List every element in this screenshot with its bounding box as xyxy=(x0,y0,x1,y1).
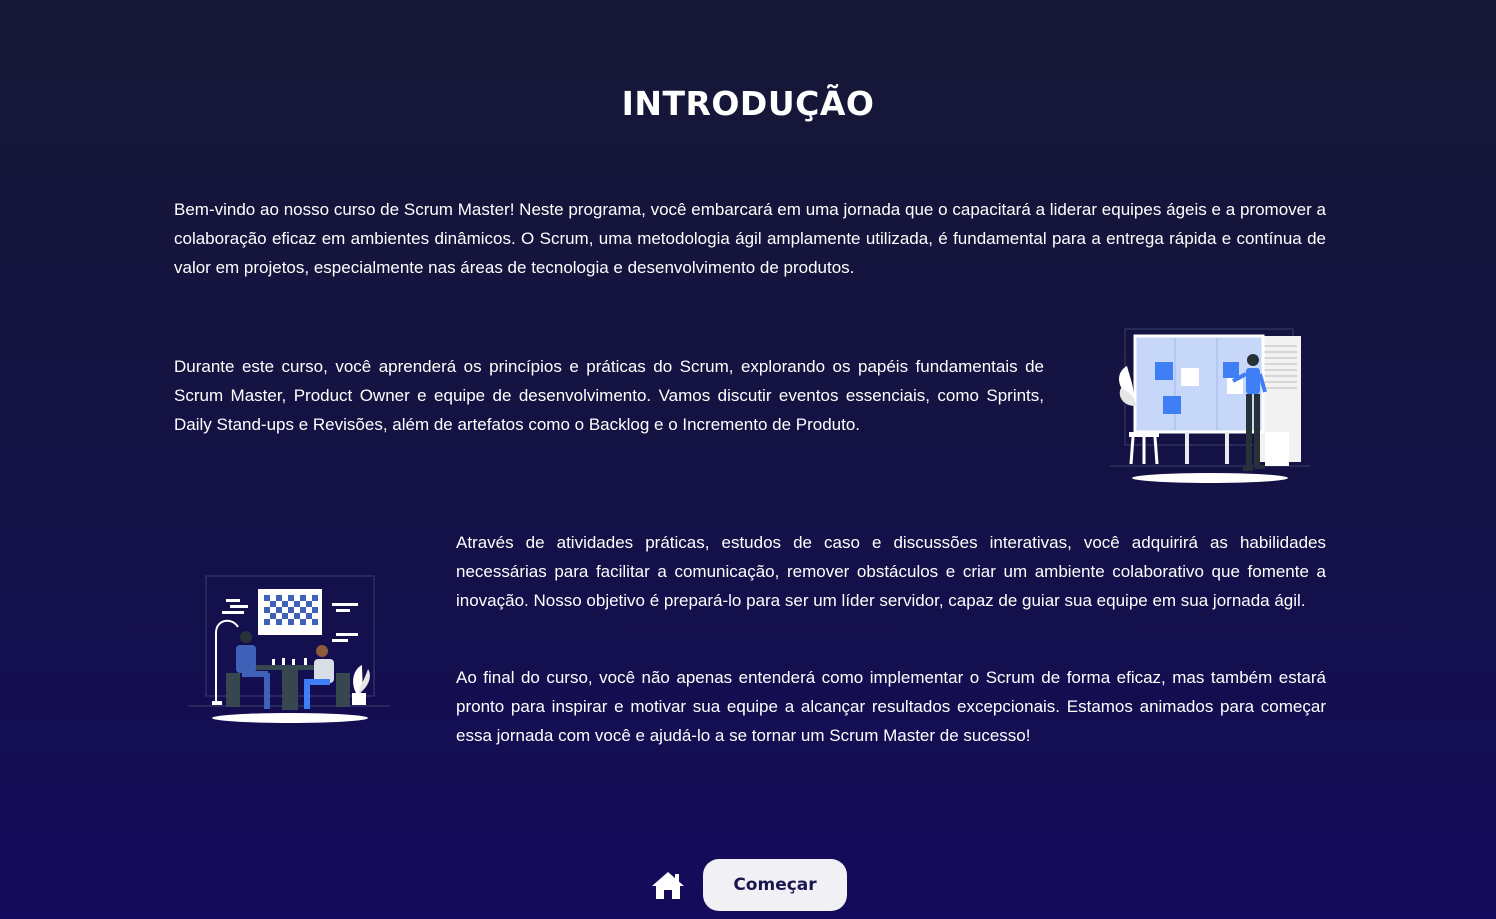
intro-paragraph-1: Bem-vindo ao nosso curso de Scrum Master… xyxy=(174,200,1326,277)
home-button[interactable] xyxy=(651,870,685,900)
footer-navigation: Começar xyxy=(0,858,1496,912)
page-title: INTRODUÇÃO xyxy=(621,84,875,123)
intro-paragraph-3: Através de atividades práticas, estudos … xyxy=(456,533,1326,610)
intro-paragraph-4: Ao final do curso, você não apenas enten… xyxy=(456,668,1326,745)
intro-paragraph-2: Durante este curso, você aprenderá os pr… xyxy=(174,357,1044,434)
kanban-board-illustration xyxy=(1110,328,1310,483)
start-button[interactable]: Começar xyxy=(703,859,847,911)
chess-game-illustration xyxy=(188,575,390,723)
home-icon xyxy=(652,872,684,899)
